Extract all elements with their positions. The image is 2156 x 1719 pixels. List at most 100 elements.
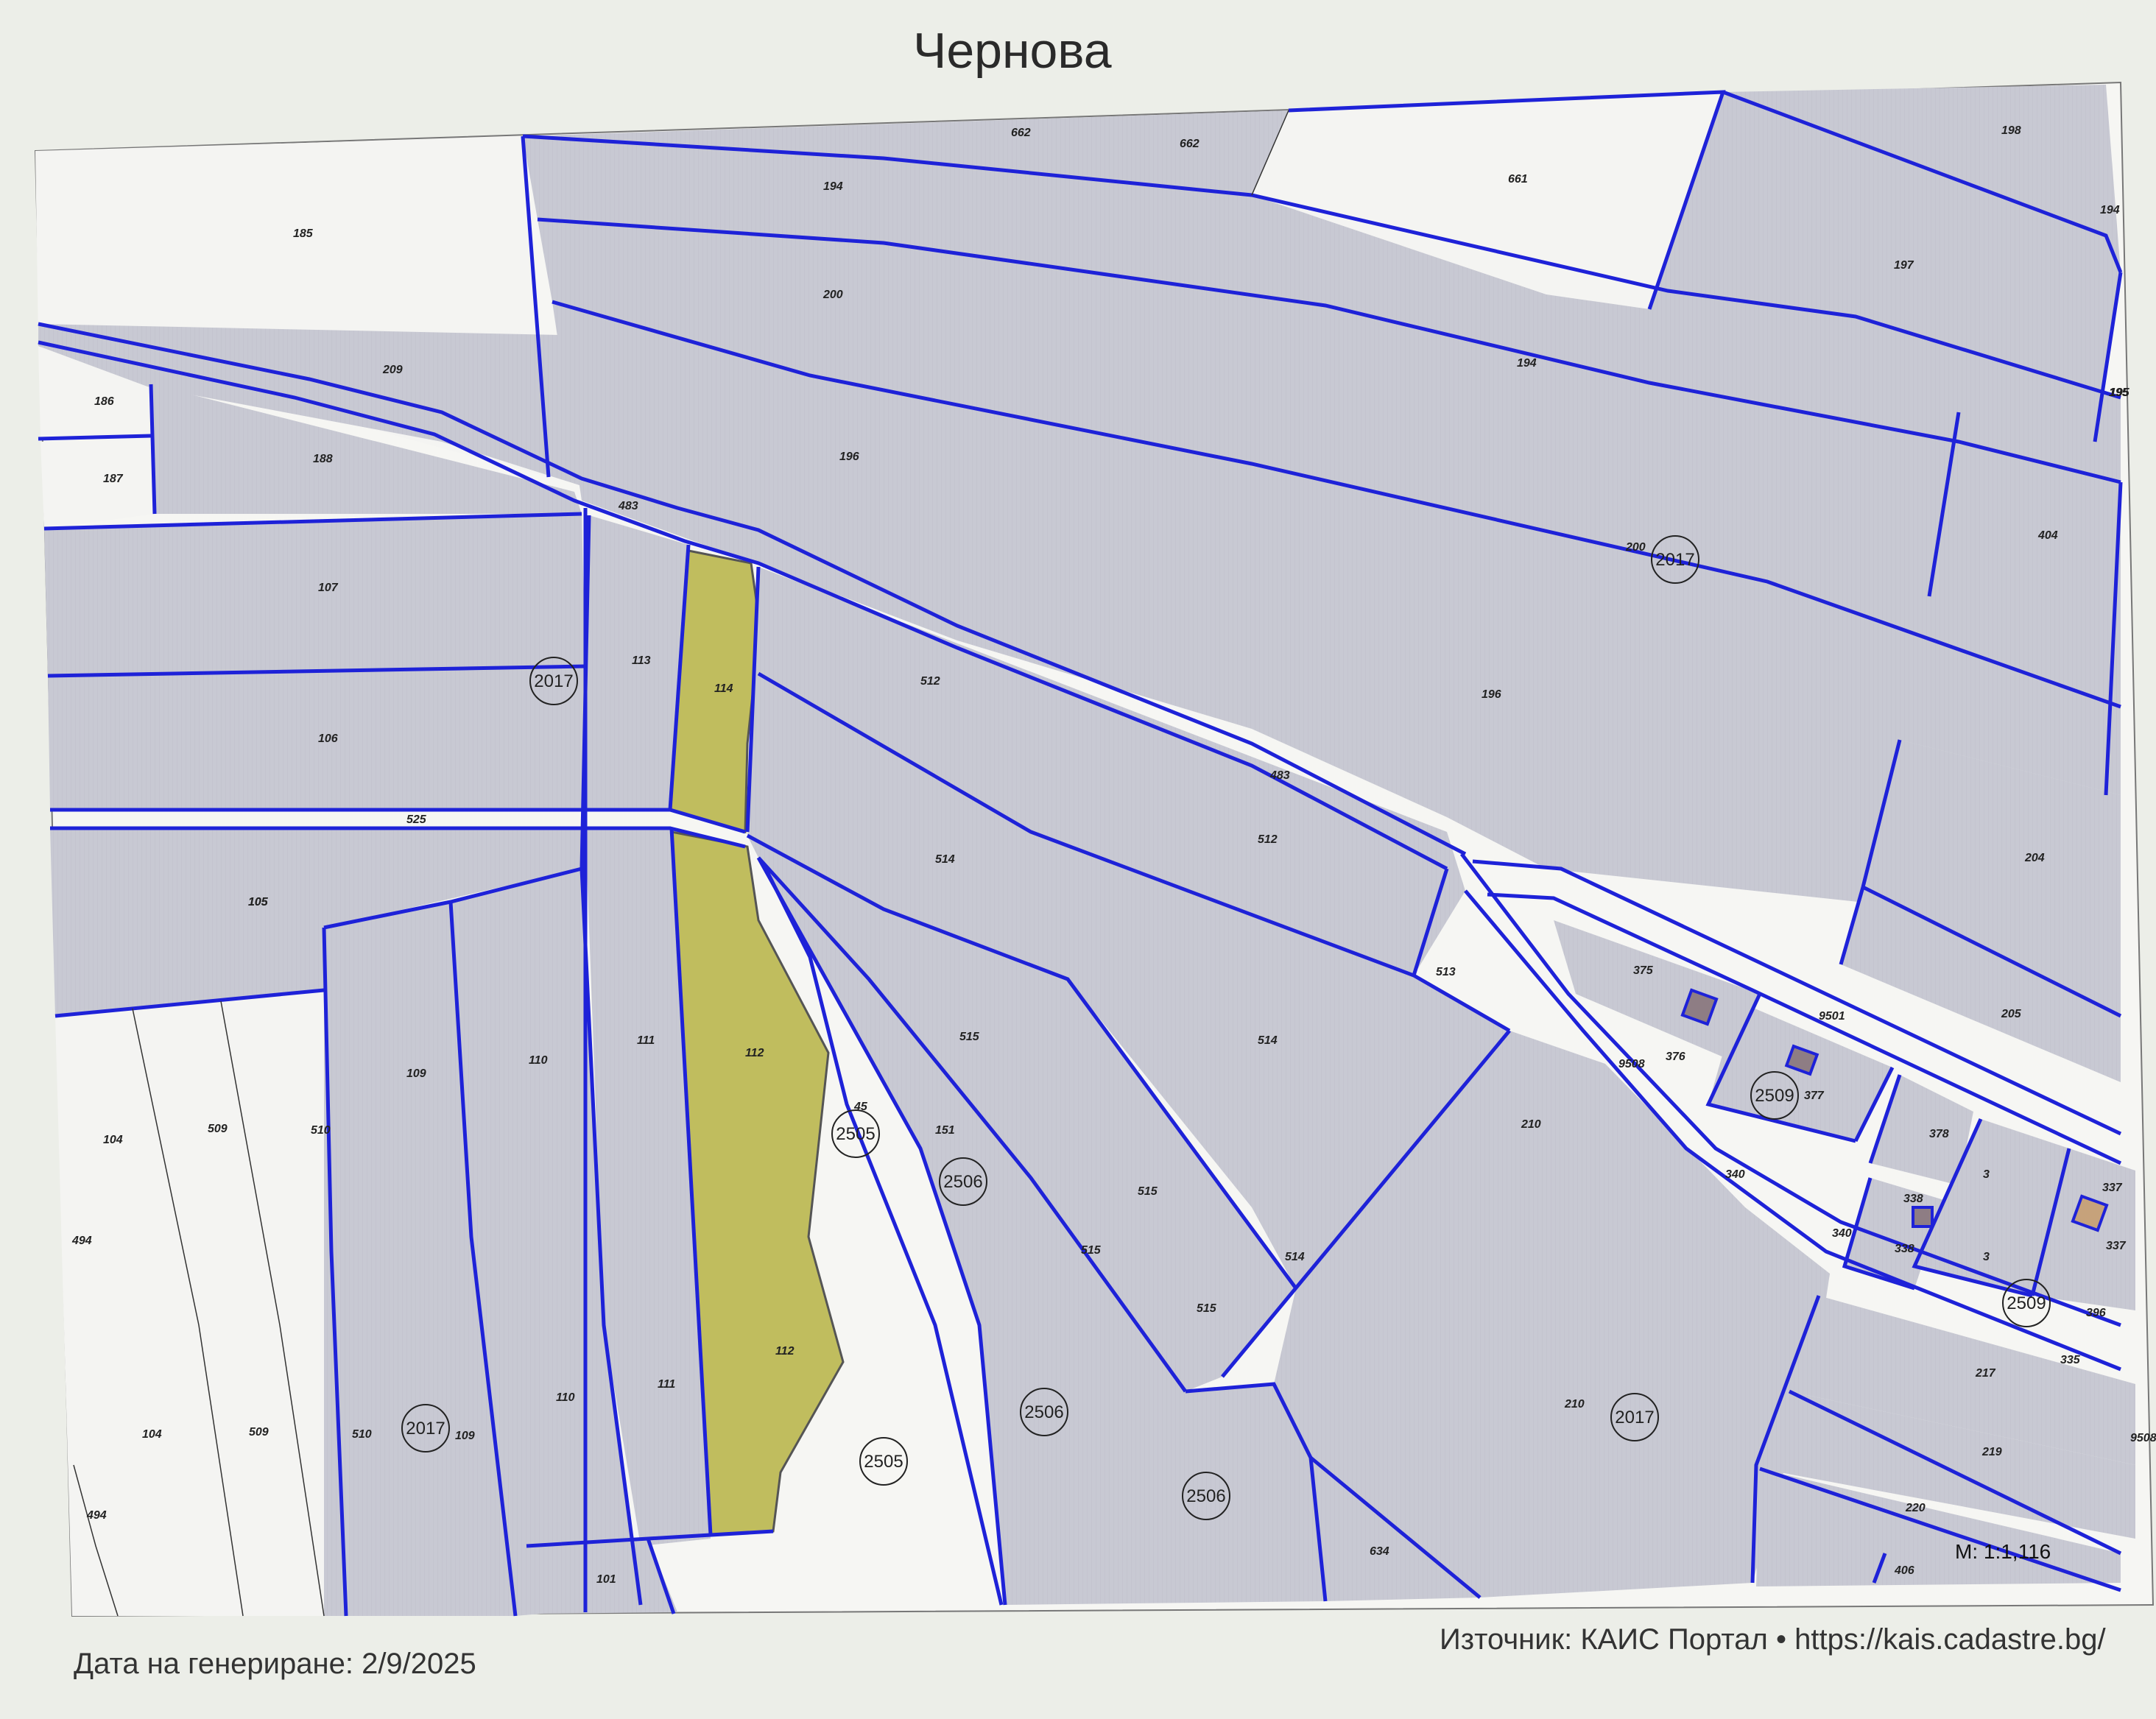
parcel-number-label: 104	[103, 1134, 123, 1146]
parcel-number-label: 107	[318, 582, 339, 594]
parcel-number-label: 515	[959, 1031, 980, 1043]
parcel-number-label: 337	[2102, 1182, 2123, 1194]
parcel-number-label: 205	[2001, 1008, 2022, 1020]
zone-number-label: 2506	[943, 1172, 982, 1192]
parcel-107[interactable]	[44, 514, 585, 676]
parcel-number-label: 112	[775, 1345, 795, 1358]
parcel-number-label: 376	[1666, 1051, 1685, 1063]
parcel-number-label: 110	[556, 1391, 575, 1404]
cadastral-map[interactable]: 2017 2017 2017 2017 2505 2505 2506 2506 2506 2509…	[0, 0, 2156, 1719]
parcel-number-label: 151	[935, 1124, 955, 1137]
parcel-number-label: 525	[406, 813, 427, 826]
parcel-number-label: 661	[1508, 173, 1528, 186]
parcel-number-label: 9508	[2130, 1432, 2156, 1444]
parcel-number-label: 340	[1832, 1227, 1852, 1240]
zone-number-label: 2505	[864, 1452, 903, 1472]
parcel-106[interactable]	[48, 666, 585, 810]
parcel-number-label: 200	[1625, 541, 1646, 554]
parcel-number-label: 338	[1895, 1243, 1914, 1255]
parcel-number-label: 106	[318, 733, 338, 745]
parcel-number-label: 110	[529, 1054, 548, 1067]
parcel-number-label: 510	[311, 1124, 331, 1137]
parcel-number-label: 112	[745, 1047, 764, 1059]
parcel-number-label: 210	[1564, 1398, 1585, 1411]
parcel-number-label: 204	[2024, 852, 2045, 864]
building-338[interactable]	[1912, 1206, 1934, 1228]
parcel-number-label: 404	[2037, 529, 2058, 542]
parcel-number-label: 514	[935, 853, 955, 866]
parcel-number-label: 200	[822, 289, 843, 301]
parcel-number-label: 187	[103, 473, 124, 485]
parcel-number-label: 219	[1981, 1446, 2002, 1458]
parcel-number-label: 220	[1905, 1502, 1926, 1514]
parcel-number-label: 509	[208, 1123, 228, 1135]
zone-number-label: 2017	[534, 671, 573, 691]
parcel-number-label: 210	[1521, 1118, 1541, 1131]
generation-date: Дата на генериране: 2/9/2025	[74, 1648, 476, 1680]
parcel-number-label: 111	[658, 1378, 675, 1391]
parcel-number-label: 396	[2086, 1307, 2106, 1319]
parcel-number-label: 514	[1285, 1251, 1305, 1263]
parcel-number-label: 194	[823, 180, 843, 193]
parcel-number-label: 194	[2100, 204, 2120, 216]
parcel-number-label: 483	[618, 500, 638, 512]
parcel-number-label: 513	[1436, 966, 1456, 978]
parcel-number-label: 510	[352, 1428, 372, 1441]
parcel-number-label: 338	[1903, 1193, 1923, 1205]
parcel-number-label: 109	[406, 1067, 426, 1080]
parcel-number-label: 335	[2060, 1354, 2081, 1366]
parcel-number-label: 377	[1804, 1090, 1825, 1102]
parcel-number-label: 662	[1180, 138, 1199, 150]
parcel-number-label: 104	[142, 1428, 162, 1441]
scale-label: M: 1:1,116	[1955, 1540, 2051, 1563]
parcel-number-label: 186	[94, 395, 114, 408]
zone-number-label: 2509	[2007, 1293, 2046, 1313]
parcel-number-label: 105	[248, 896, 269, 908]
source-attribution: Източник: КАИС Портал • https://kais.cad…	[1440, 1623, 2106, 1656]
parcel-number-label: 109	[455, 1430, 475, 1442]
parcel-number-label: 114	[714, 682, 733, 695]
parcel-number-label: 209	[382, 364, 403, 376]
parcel-number-label: 494	[86, 1509, 107, 1522]
parcel-number-label: 9508	[1618, 1058, 1645, 1070]
parcel-number-label: 195	[2109, 386, 2129, 399]
zone-number-label: 2506	[1024, 1402, 1063, 1422]
parcel-number-label: 378	[1929, 1128, 1949, 1140]
parcel-number-label: 111	[637, 1034, 655, 1047]
parcel-number-label: 3	[1983, 1251, 1990, 1263]
parcel-number-label: 514	[1258, 1034, 1278, 1047]
parcel-number-label: 194	[1517, 357, 1537, 370]
parcel-number-label: 197	[1894, 259, 1914, 272]
parcel-number-label: 512	[1258, 833, 1278, 846]
zone-number-label: 2017	[1615, 1408, 1654, 1427]
parcel-187[interactable]	[40, 436, 155, 529]
zone-number-label: 2017	[1655, 550, 1694, 570]
parcel-number-label: 188	[313, 453, 333, 465]
parcel-number-label: 198	[2001, 124, 2021, 137]
zone-number-label: 2505	[836, 1124, 875, 1144]
parcel-number-label: 662	[1011, 127, 1031, 139]
parcel-number-label: 185	[293, 227, 314, 240]
parcel-number-label: 3	[1983, 1168, 1990, 1181]
parcel-number-label: 9501	[1819, 1010, 1845, 1023]
parcel-layer	[35, 85, 2135, 1616]
parcel-number-label: 337	[2106, 1240, 2127, 1252]
zone-number-label: 2506	[1186, 1486, 1225, 1506]
parcel-number-label: 217	[1975, 1367, 1996, 1380]
parcel-number-label: 483	[1269, 769, 1290, 782]
parcel-number-label: 101	[596, 1573, 616, 1586]
parcel-number-label: 494	[71, 1235, 92, 1247]
parcel-104-white[interactable]	[55, 990, 324, 1616]
parcel-number-label: 515	[1081, 1244, 1102, 1257]
parcel-number-label: 509	[249, 1426, 269, 1439]
parcel-number-label: 196	[839, 451, 859, 463]
parcel-number-label: 634	[1370, 1545, 1389, 1558]
parcel-number-label: 45	[853, 1101, 868, 1113]
parcel-number-label: 375	[1633, 964, 1654, 977]
zone-number-label: 2509	[1755, 1086, 1794, 1106]
parcel-number-label: 515	[1197, 1302, 1217, 1315]
zone-number-label: 2017	[406, 1419, 445, 1439]
parcel-number-label: 196	[1482, 688, 1501, 701]
parcel-number-label: 340	[1725, 1168, 1745, 1181]
parcel-number-label: 515	[1138, 1185, 1158, 1198]
